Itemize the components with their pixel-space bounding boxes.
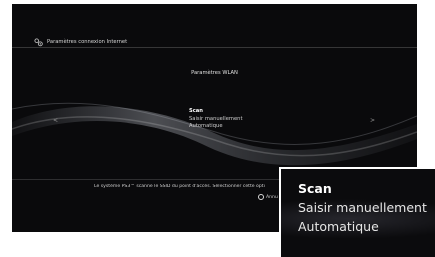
header-divider bbox=[12, 47, 417, 48]
zoom-item-scan[interactable]: Scan bbox=[298, 182, 427, 196]
network-settings-icon bbox=[34, 37, 43, 46]
cancel-button[interactable]: Annu bbox=[258, 194, 278, 200]
left-arrow-icon[interactable]: < bbox=[53, 117, 58, 124]
zoom-inset: Scan Saisir manuellement Automatique bbox=[279, 167, 435, 257]
page-title: Paramètres connexion Internet bbox=[47, 39, 128, 45]
menu-item-saisir-manuellement[interactable]: Saisir manuellement bbox=[189, 116, 242, 123]
zoom-item-automatique[interactable]: Automatique bbox=[298, 220, 427, 234]
menu-item-automatique[interactable]: Automatique bbox=[189, 123, 242, 130]
option-menu: Scan Saisir manuellement Automatique bbox=[189, 108, 242, 130]
section-title: Paramètres WLAN bbox=[191, 70, 238, 76]
circle-button-icon bbox=[258, 194, 264, 200]
right-arrow-icon[interactable]: > bbox=[370, 117, 375, 124]
header: Paramètres connexion Internet bbox=[34, 37, 127, 47]
zoom-option-menu: Scan Saisir manuellement Automatique bbox=[298, 182, 427, 234]
cancel-label: Annu bbox=[266, 194, 278, 200]
menu-item-scan[interactable]: Scan bbox=[189, 108, 242, 115]
zoom-item-saisir-manuellement[interactable]: Saisir manuellement bbox=[298, 201, 427, 215]
